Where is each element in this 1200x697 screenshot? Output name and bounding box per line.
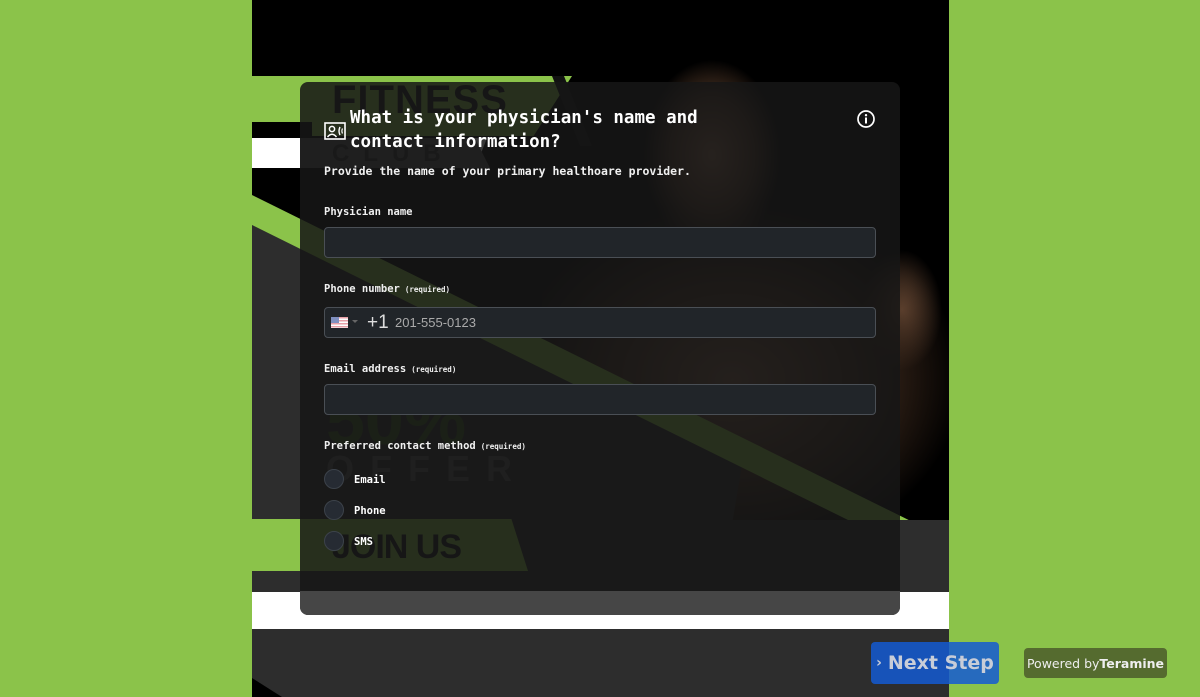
physician-name-label-text: Physician name (324, 206, 413, 218)
required-tag: (required) (480, 442, 526, 451)
caret-down-icon (352, 320, 358, 323)
dial-code: +1 (367, 312, 389, 333)
required-tag: (required) (404, 285, 451, 294)
radio-label: Phone (354, 505, 386, 517)
radio-label: SMS (354, 536, 373, 548)
radio-label: Email (354, 474, 386, 486)
contact-method-label: Preferred contact method (required) (324, 440, 526, 452)
question-title: What is your physician's name and contac… (350, 108, 698, 152)
radio-button[interactable] (324, 531, 344, 551)
physician-name-input[interactable] (324, 227, 876, 258)
card-footer (300, 591, 900, 615)
phone-label: Phone number (required) (324, 283, 450, 295)
phone-field: +1 (324, 307, 876, 338)
required-tag: (required) (411, 365, 457, 374)
phone-input[interactable] (395, 308, 865, 337)
poster-bottom (252, 629, 949, 697)
next-step-label: Next Step (887, 652, 994, 674)
question-subtitle: Provide the name of your primary healtho… (324, 164, 691, 178)
country-selector[interactable] (331, 316, 361, 330)
contact-method-label-text: Preferred contact method (324, 440, 476, 452)
chevron-right-icon: › (876, 655, 882, 671)
powered-prefix: Powered by (1026, 655, 1100, 671)
powered-brand: Teramine (1099, 655, 1165, 671)
radio-button[interactable] (324, 500, 344, 520)
info-icon[interactable] (856, 109, 876, 129)
question-card: What is your physician's name and contac… (300, 82, 900, 615)
email-label-text: Email address (324, 363, 407, 375)
physician-name-label: Physician name (324, 206, 413, 218)
powered-by-badge[interactable]: Powered by Teramine (1024, 648, 1167, 678)
us-flag-icon (331, 317, 348, 328)
email-label: Email address (required) (324, 363, 456, 375)
radio-button[interactable] (324, 469, 344, 489)
email-input[interactable] (324, 384, 876, 415)
phone-label-text: Phone number (324, 283, 400, 295)
contact-phone-icon (324, 122, 346, 140)
next-step-button[interactable]: › Next Step (871, 642, 999, 684)
